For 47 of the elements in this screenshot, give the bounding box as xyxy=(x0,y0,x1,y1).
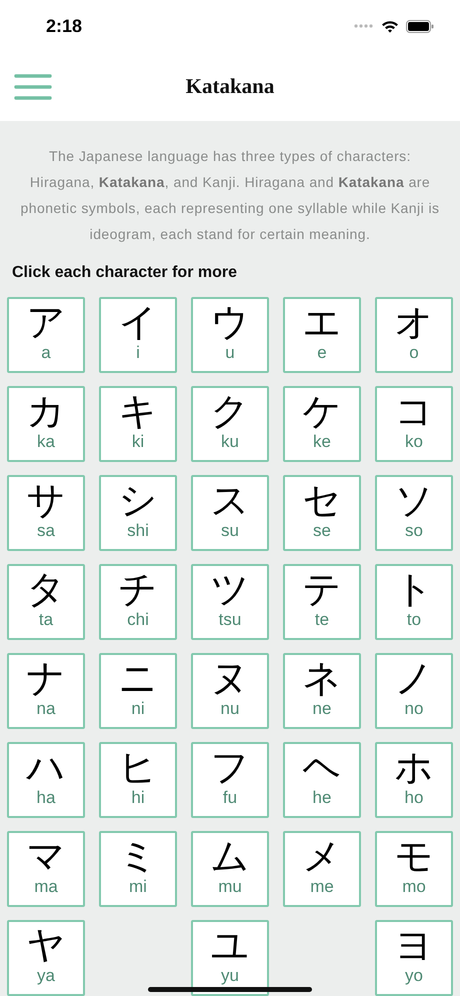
kana-tile[interactable]: ヨ yo xyxy=(375,920,453,996)
kana-tile[interactable]: テ te xyxy=(283,564,361,640)
kana-tile[interactable]: ツ tsu xyxy=(191,564,269,640)
wifi-icon xyxy=(381,20,399,32)
menu-button[interactable] xyxy=(14,72,52,100)
kana-tile[interactable]: ニ ni xyxy=(99,653,177,729)
kana-tile[interactable]: ア a xyxy=(7,297,85,373)
kana-tile[interactable]: ヌ nu xyxy=(191,653,269,729)
kana-tile[interactable]: ウ u xyxy=(191,297,269,373)
kana-tile[interactable]: ネ ne xyxy=(283,653,361,729)
kana-tile[interactable]: ハ ha xyxy=(7,742,85,818)
signal-icon xyxy=(354,24,374,28)
kana-tile[interactable]: ホ ho xyxy=(375,742,453,818)
status-time: 2:18 xyxy=(46,16,82,36)
kana-tile[interactable]: ノ no xyxy=(375,653,453,729)
kana-tile[interactable]: モ mo xyxy=(375,831,453,907)
kana-tile[interactable]: ム mu xyxy=(191,831,269,907)
kana-tile[interactable]: キ ki xyxy=(99,386,177,462)
kana-tile[interactable]: フ fu xyxy=(191,742,269,818)
kana-tile[interactable]: ユ yu xyxy=(191,920,269,996)
kana-tile[interactable]: シ shi xyxy=(99,475,177,551)
kana-tile[interactable]: マ ma xyxy=(7,831,85,907)
kana-tile[interactable]: ソ so xyxy=(375,475,453,551)
kana-tile[interactable]: ミ mi xyxy=(99,831,177,907)
kana-tile[interactable]: オ o xyxy=(375,297,453,373)
kana-tile[interactable]: チ chi xyxy=(99,564,177,640)
kana-tile[interactable]: ケ ke xyxy=(283,386,361,462)
kana-tile[interactable]: セ se xyxy=(283,475,361,551)
kana-tile[interactable]: メ me xyxy=(283,831,361,907)
kana-tile[interactable]: ト to xyxy=(375,564,453,640)
kana-tile[interactable]: タ ta xyxy=(7,564,85,640)
intro-paragraph: The Japanese language has three types of characters: Hiragana, Katakana, and Kanji. Hiragana and Katakana are phonetic symbols, each representing one syllable while Kanji is ideogram, each stand for certain meaning. xyxy=(20,147,440,244)
kana-tile[interactable]: ヒ hi xyxy=(99,742,177,818)
battery-icon xyxy=(406,20,434,32)
kana-tile[interactable]: サ sa xyxy=(7,475,85,551)
kana-tile[interactable]: イ i xyxy=(99,297,177,373)
kana-tile[interactable]: ヘ he xyxy=(283,742,361,818)
instruction-text: Click each character for more xyxy=(12,264,237,281)
menu-icon xyxy=(14,72,52,100)
kana-tile[interactable]: カ ka xyxy=(7,386,85,462)
kana-tile[interactable]: コ ko xyxy=(375,386,453,462)
screen-title: Katakana xyxy=(186,74,274,99)
kana-tile[interactable]: ナ na xyxy=(7,653,85,729)
kana-tile[interactable]: エ e xyxy=(283,297,361,373)
kana-tile[interactable]: ク ku xyxy=(191,386,269,462)
kana-tile[interactable]: ヤ ya xyxy=(7,920,85,996)
kana-tile[interactable]: ス su xyxy=(191,475,269,551)
